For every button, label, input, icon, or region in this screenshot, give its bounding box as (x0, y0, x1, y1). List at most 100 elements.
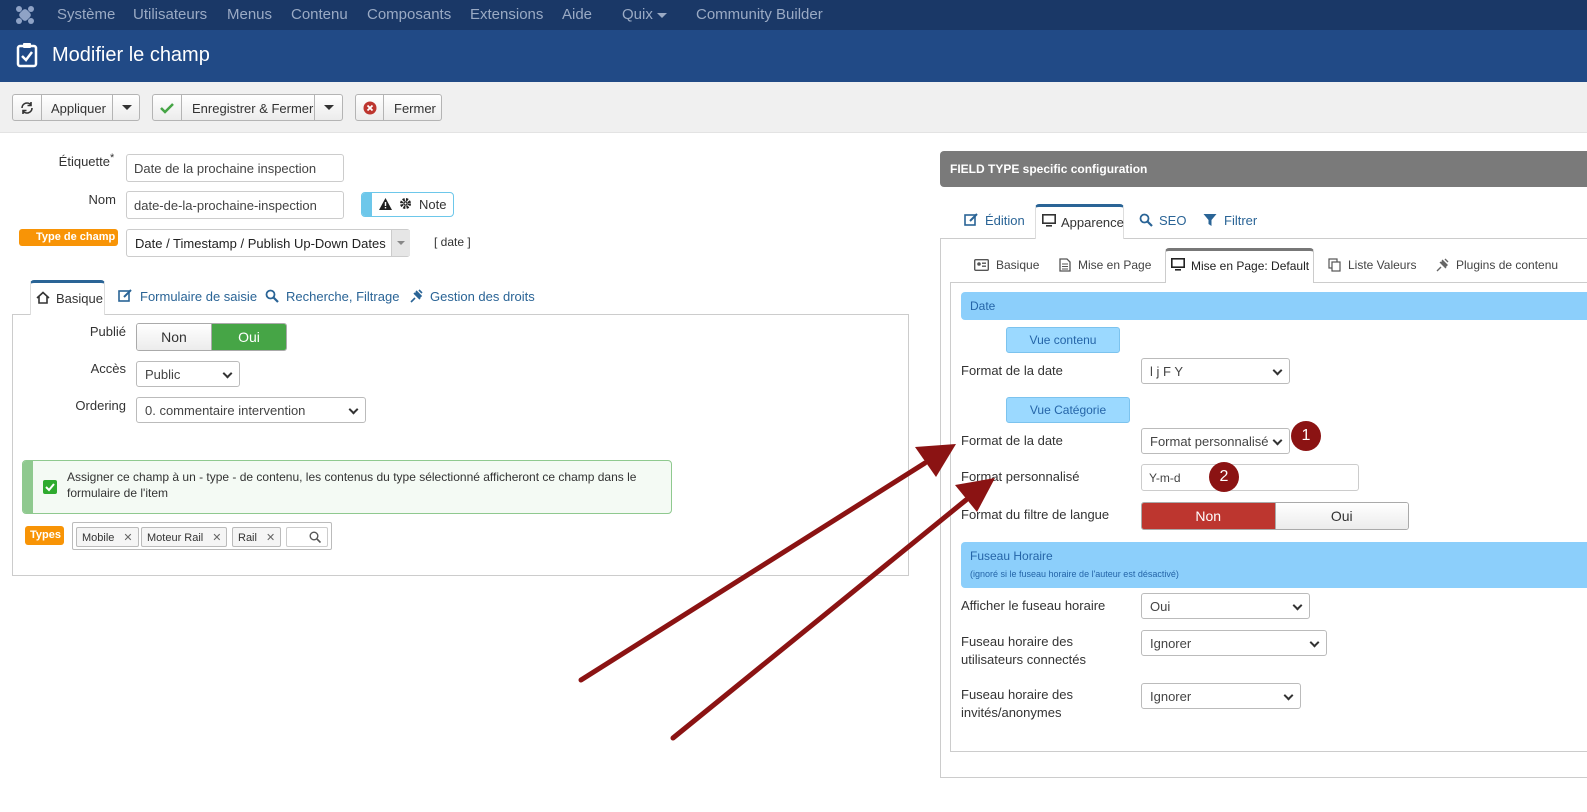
check-icon[interactable] (153, 95, 182, 120)
assign-text-line2: formulaire de l'item (67, 486, 168, 500)
monitor-icon (1171, 258, 1185, 271)
close-button[interactable]: Fermer (355, 94, 442, 121)
label-filtre-langue: Format du filtre de langue (961, 507, 1110, 522)
search-icon (265, 289, 279, 303)
close-circle-icon (356, 95, 384, 120)
field-type-config-header: FIELD TYPE specific configuration (940, 151, 1587, 187)
note-button[interactable]: Note (361, 192, 454, 217)
ordering-select[interactable]: 0. commentaire intervention (136, 397, 366, 423)
publie-non[interactable]: Non (137, 324, 212, 350)
chevron-down-icon (1309, 637, 1320, 648)
label-format-date-1: Format de la date (961, 363, 1063, 378)
label-tz-users-line2: utilisateurs connectés (961, 652, 1087, 667)
label-afficher-tz: Afficher le fuseau horaire (961, 598, 1106, 613)
tz-guests-select[interactable]: Ignorer (1141, 683, 1301, 709)
format-date-1-select[interactable]: l j F Y (1141, 358, 1290, 384)
menu-community-builder[interactable]: Community Builder (696, 6, 823, 23)
apply-dropdown-toggle[interactable] (112, 95, 140, 120)
apply-button[interactable]: Appliquer (51, 101, 106, 116)
toolbar: Appliquer Enregistrer & Fermer Fermer (0, 82, 1587, 133)
checkbox-checked-icon (43, 480, 57, 494)
label-tz-guests-line2: invités/anonymes (961, 705, 1062, 720)
filtre-langue-non[interactable]: Non (1142, 503, 1276, 529)
nom-input[interactable]: date-de-la-prochaine-inspection (126, 191, 344, 219)
vue-categorie-label: Vue Catégorie (1006, 397, 1130, 423)
label-format-personnalise: Format personnalisé (961, 469, 1080, 484)
top-navbar: Système Utilisateurs Menus Contenu Compo… (0, 0, 1587, 30)
subtab-mise-en-page-default[interactable]: Mise en Page: Default (1165, 248, 1314, 283)
chevron-down-icon (222, 368, 233, 379)
annotation-marker-1: 1 (1291, 421, 1321, 451)
apply-button-group: Appliquer (12, 94, 140, 121)
note-label: Note (419, 197, 447, 212)
publie-toggle[interactable]: Non Oui (136, 323, 287, 351)
tab-apparence[interactable]: Apparence (1035, 204, 1124, 239)
filtre-langue-toggle[interactable]: Non Oui (1141, 502, 1409, 530)
clipboard-check-icon (16, 43, 38, 68)
menu-menus[interactable]: Menus (227, 6, 272, 23)
type-chip-moteur-rail: Moteur Rail ✕ (141, 527, 228, 547)
types-search-field[interactable] (286, 527, 328, 547)
etiquette-input[interactable]: Date de la prochaine inspection (126, 154, 344, 182)
type-chip-mobile: Mobile ✕ (76, 527, 139, 547)
afficher-tz-select[interactable]: Oui (1141, 593, 1310, 619)
label-tz-guests-line1: Fuseau horaire des (961, 687, 1074, 702)
page-header: Modifier le champ (0, 30, 1587, 82)
acces-select[interactable]: Public (136, 361, 240, 387)
menu-aide[interactable]: Aide (562, 6, 592, 23)
assign-text-line1: Assigner ce champ à un - type - de conte… (67, 470, 637, 484)
gear-icon (400, 198, 411, 209)
required-mark: * (110, 152, 115, 164)
type-select-value: Date / Timestamp / Publish Up-Down Dates (135, 236, 386, 251)
chevron-down-icon (397, 241, 405, 245)
filtre-langue-oui[interactable]: Oui (1275, 503, 1408, 529)
tab-basique[interactable]: Basique (30, 280, 105, 315)
tz-users-select[interactable]: Ignorer (1141, 630, 1327, 656)
close-button-label: Fermer (394, 101, 436, 116)
assign-info-box: Assigner ce champ à un - type - de conte… (22, 460, 672, 514)
type-champ-badge: Type de champ (19, 229, 118, 246)
search-icon (1139, 213, 1153, 227)
page-title: Modifier le champ (52, 44, 210, 66)
label-acces: Accès (90, 361, 126, 376)
edit-icon (118, 289, 132, 302)
menu-quix[interactable]: Quix (622, 6, 653, 23)
label-nom: Nom (88, 192, 116, 207)
chevron-down-icon (1272, 365, 1283, 376)
menu-systeme[interactable]: Système (57, 6, 115, 23)
edit-icon (964, 213, 978, 226)
home-icon (36, 291, 50, 304)
save-close-button[interactable]: Enregistrer & Fermer (192, 101, 313, 116)
type-code: [ date ] (434, 235, 471, 249)
label-format-date-2: Format de la date (961, 433, 1063, 448)
format-personnalise-input[interactable]: Y-m-d (1141, 464, 1359, 491)
remove-x-icon[interactable]: ✕ (212, 532, 221, 544)
menu-extensions[interactable]: Extensions (470, 6, 543, 23)
publie-oui[interactable]: Oui (212, 324, 286, 350)
label-ordering: Ordering (75, 398, 126, 413)
timezone-section-header: Fuseau Horaire (ignoré si le fuseau hora… (961, 542, 1587, 588)
refresh-icon[interactable] (13, 95, 42, 120)
monitor-icon (1042, 214, 1056, 227)
menu-utilisateurs[interactable]: Utilisateurs (133, 6, 207, 23)
format-date-2-select[interactable]: Format personnalisé (1141, 428, 1290, 454)
label-publie: Publié (89, 324, 126, 339)
chevron-down-icon (1283, 690, 1294, 701)
joomla-logo-icon[interactable] (14, 4, 36, 26)
type-chip-rail: Rail ✕ (232, 527, 282, 547)
label-tz-users-line1: Fuseau horaire des (961, 634, 1074, 649)
menu-contenu[interactable]: Contenu (291, 6, 348, 23)
menu-composants[interactable]: Composants (367, 6, 451, 23)
chevron-down-icon (1292, 600, 1303, 611)
warning-icon (379, 198, 392, 210)
save-close-button-group: Enregistrer & Fermer (152, 94, 343, 121)
id-card-icon (974, 259, 989, 271)
remove-x-icon[interactable]: ✕ (123, 532, 132, 544)
label-etiquette: Étiquette (58, 154, 110, 169)
remove-x-icon[interactable]: ✕ (266, 532, 275, 544)
chevron-down-icon (1272, 435, 1283, 446)
types-badge: Types (25, 526, 64, 545)
copy-icon (1328, 258, 1341, 272)
save-dropdown-toggle[interactable] (314, 95, 343, 120)
type-select[interactable]: Date / Timestamp / Publish Up-Down Dates (126, 229, 410, 257)
